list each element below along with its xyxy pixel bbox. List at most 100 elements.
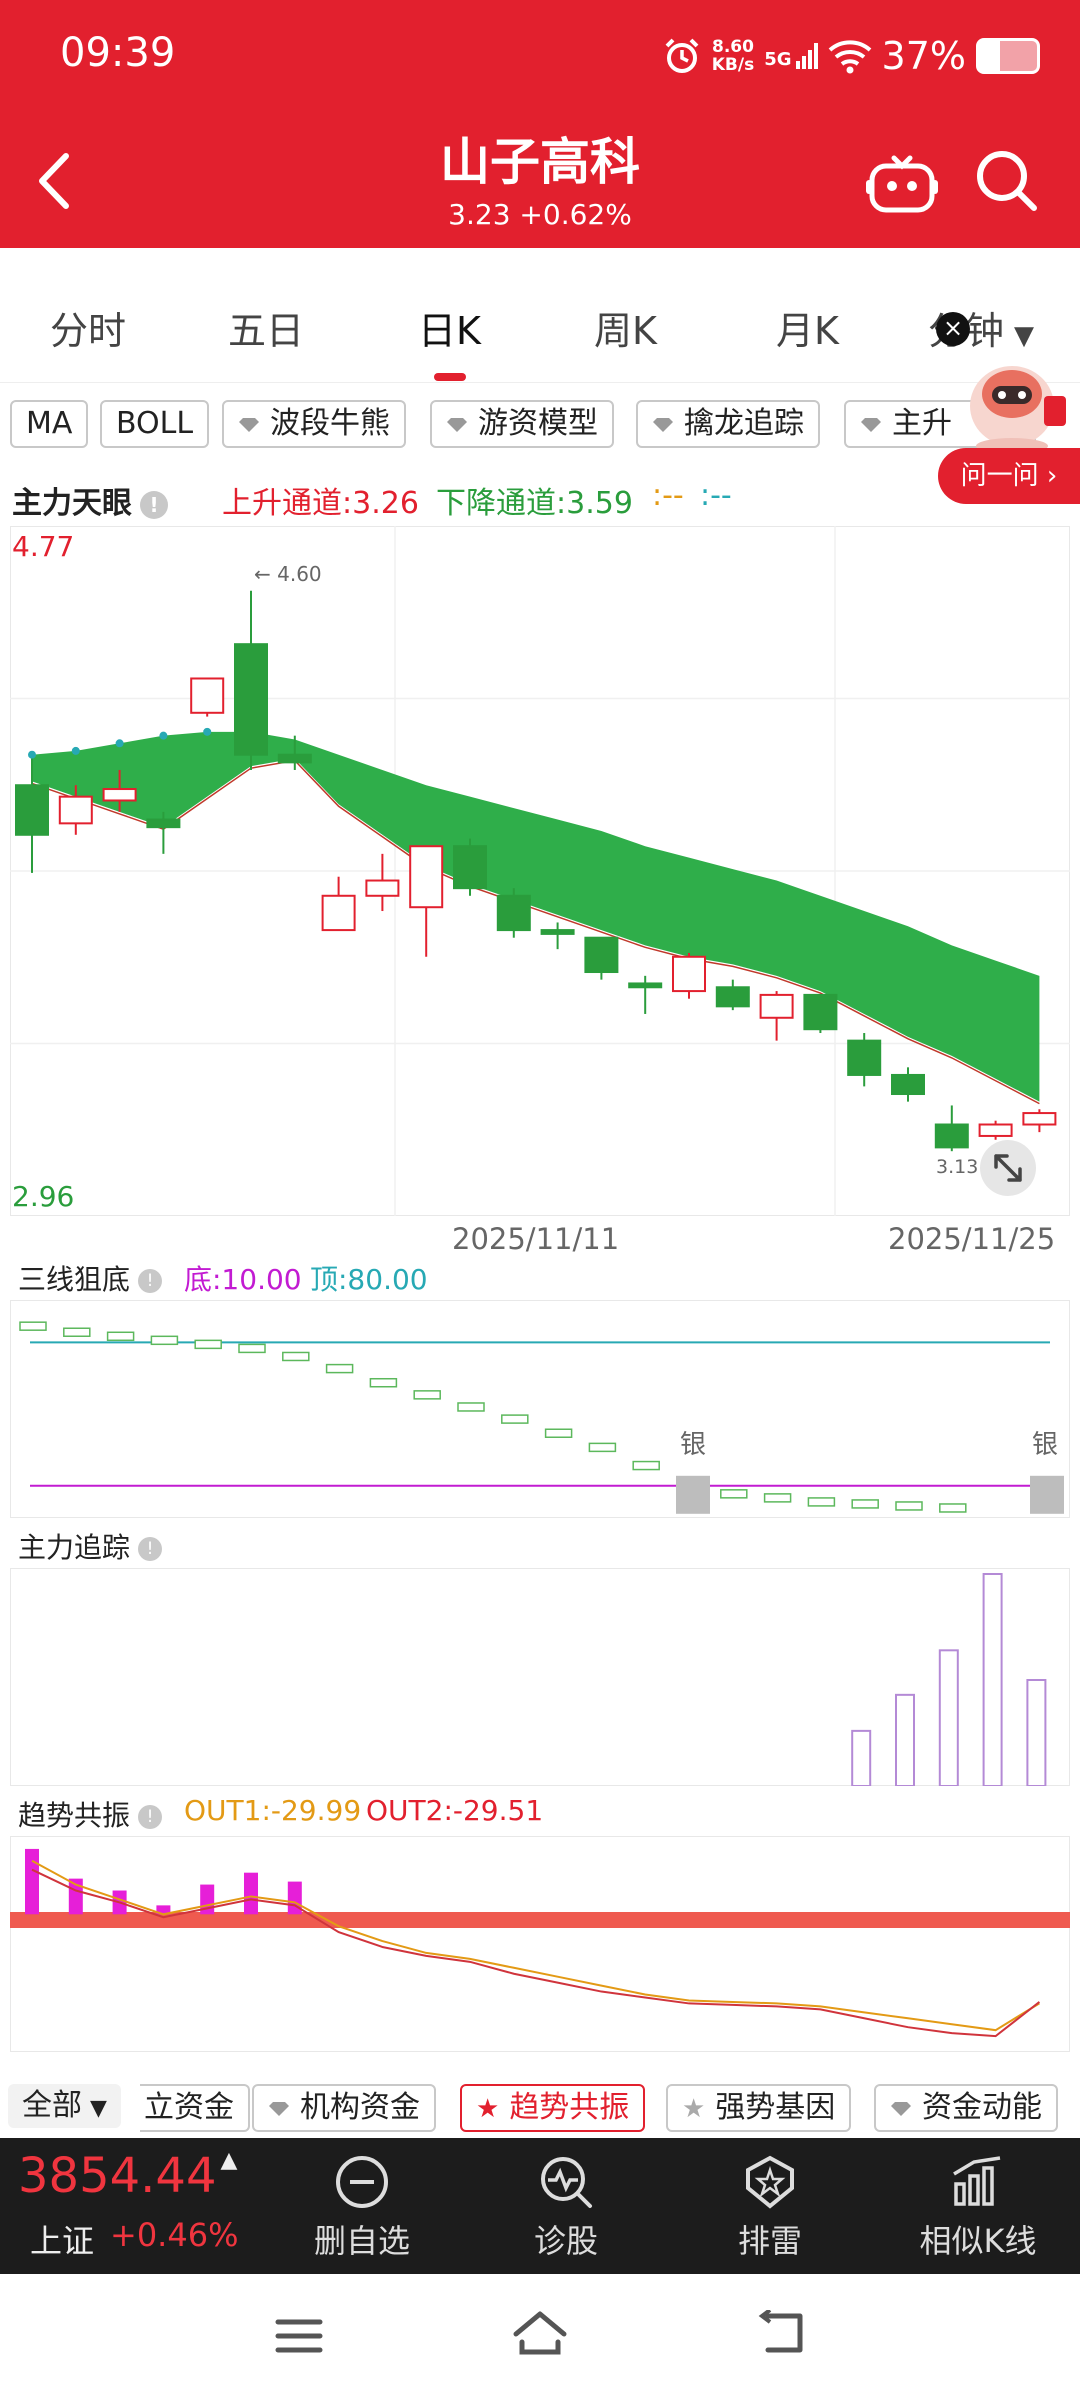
- trend-out1: OUT1:-29.99: [184, 1794, 362, 1827]
- candle-body: [715, 986, 750, 1008]
- tracking-bar: [895, 1693, 915, 1786]
- all-dropdown[interactable]: 全部 ▼: [8, 2084, 121, 2128]
- info-icon[interactable]: !: [140, 490, 168, 519]
- silver-block: [676, 1475, 710, 1514]
- tab-intraday[interactable]: 分时: [50, 300, 126, 355]
- similar-kline-label: 相似K线: [919, 2222, 1037, 2260]
- caret-down-icon: ▼: [90, 2096, 107, 2121]
- index-value[interactable]: 3854.44 ▲: [18, 2148, 237, 2204]
- step-mark: [457, 1402, 485, 1412]
- three-line-bottom: 底:10.00: [184, 1263, 302, 1296]
- candle-body: [934, 1123, 969, 1149]
- date-label-start: 2025/11/11: [452, 1222, 620, 1256]
- tracking-bar: [938, 1649, 959, 1786]
- step-mark: [63, 1327, 91, 1337]
- candle-body: [628, 982, 663, 989]
- tab-weekly-k[interactable]: 周K: [594, 300, 657, 355]
- home-icon[interactable]: [510, 2308, 570, 2358]
- chip-ma[interactable]: MA: [10, 400, 89, 448]
- out1-line: [31, 1859, 1040, 2032]
- tab-monthly-k[interactable]: 月K: [776, 300, 839, 355]
- step-mark: [588, 1442, 617, 1453]
- info-icon[interactable]: !: [138, 1537, 163, 1561]
- extra-value-1: :--: [652, 478, 684, 513]
- close-icon[interactable]: ×: [936, 312, 970, 346]
- battery-icon: [976, 38, 1040, 74]
- candle-body: [58, 795, 93, 825]
- candle-body: [234, 643, 268, 756]
- search-button[interactable]: [972, 146, 1042, 216]
- step-mark: [501, 1414, 529, 1424]
- period-tabs: 分时 五日 日K 周K 月K 分钟▼: [0, 268, 1080, 383]
- silver-marker-2: 银: [1032, 1430, 1059, 1460]
- channel-dot: [203, 727, 212, 736]
- chip-capital[interactable]: 立资金: [140, 2084, 250, 2132]
- status-icons: 8.60 KB/s 5G 37%: [662, 30, 1040, 82]
- info-icon[interactable]: !: [138, 1805, 163, 1829]
- trend-bar: [244, 1872, 258, 1915]
- chip-trend-resonance[interactable]: ★ 趋势共振: [460, 2084, 646, 2132]
- system-nav-bar: [0, 2274, 1080, 2400]
- net-speed: 8.60 KB/s: [711, 37, 755, 75]
- risk-check-button[interactable]: 排雷: [700, 2148, 840, 2268]
- ai-assistant-button[interactable]: [866, 148, 938, 216]
- candle-body: [453, 845, 487, 890]
- chip-fund-momentum[interactable]: 资金动能: [874, 2084, 1058, 2132]
- silver-block: [1030, 1475, 1064, 1514]
- step-mark: [19, 1321, 47, 1331]
- similar-kline-button[interactable]: 相似K线: [908, 2148, 1048, 2268]
- trend-chart[interactable]: [10, 1836, 1070, 2052]
- step-mark: [150, 1335, 179, 1346]
- chip-dragon-tracking[interactable]: 擒龙追踪: [636, 400, 820, 448]
- chip-strong-gene[interactable]: ★ 强势基因: [666, 2084, 852, 2132]
- info-icon[interactable]: !: [138, 1269, 163, 1293]
- diagnose-button[interactable]: 诊股: [496, 2148, 636, 2268]
- trend-out2: OUT2:-29.51: [366, 1794, 544, 1827]
- candle-body: [15, 784, 49, 836]
- step-mark: [369, 1377, 398, 1388]
- diagnose-label: 诊股: [533, 2222, 598, 2260]
- date-label-end: 2025/11/25: [888, 1222, 1056, 1256]
- chip-boll[interactable]: BOLL: [100, 400, 210, 448]
- price-high-label: 4.77: [12, 530, 75, 563]
- diamond-icon: [269, 2101, 289, 2116]
- three-line-chart[interactable]: [10, 1300, 1070, 1518]
- all-label: 全部: [22, 2088, 82, 2123]
- bar-chart-icon: [953, 2156, 1001, 2206]
- extra-value-2: :--: [700, 478, 732, 513]
- candle-body: [496, 894, 531, 932]
- diamond-icon: [653, 417, 673, 432]
- channel-dot: [159, 731, 168, 740]
- candle-body: [321, 894, 356, 932]
- chip-hot-money-model[interactable]: 游资模型: [430, 400, 614, 448]
- chip-label: 波段牛熊: [270, 406, 390, 441]
- price-low-label: 2.96: [12, 1180, 75, 1213]
- ask-button[interactable]: 问一问 ›: [938, 448, 1080, 504]
- risk-check-label: 排雷: [737, 2222, 802, 2260]
- peak-price-label: ← 4.60: [254, 562, 322, 586]
- chip-label: 趋势共振: [509, 2090, 630, 2125]
- remove-watchlist-button[interactable]: 删自选: [292, 2148, 432, 2268]
- tab-daily-k[interactable]: 日K: [418, 300, 481, 355]
- candlestick-chart[interactable]: [10, 526, 1070, 1216]
- tracking-bar: [982, 1573, 1003, 1786]
- out2-line: [31, 1868, 1041, 2038]
- mascot-icon: [970, 366, 1066, 454]
- tracking-chart[interactable]: [10, 1568, 1070, 1786]
- tab-five-day[interactable]: 五日: [228, 300, 304, 355]
- step-mark: [413, 1390, 441, 1400]
- diamond-icon: [447, 417, 467, 432]
- chip-label: 资金动能: [922, 2090, 1042, 2125]
- channel-dot: [28, 750, 36, 759]
- back-nav-icon[interactable]: [754, 2310, 808, 2356]
- minus-circle-icon: [336, 2156, 388, 2208]
- chip-band-bull-bear[interactable]: 波段牛熊: [222, 400, 406, 448]
- expand-button[interactable]: [980, 1140, 1036, 1196]
- candle-body: [1022, 1112, 1057, 1126]
- menu-icon[interactable]: [274, 2316, 324, 2356]
- chip-institution-funds[interactable]: 机构资金: [252, 2084, 436, 2132]
- silver-marker-1: 银: [680, 1430, 707, 1460]
- chip-label: 强势基因: [715, 2090, 836, 2125]
- candle-body: [102, 788, 137, 802]
- tracking-name: 主力追踪!: [18, 1526, 163, 1566]
